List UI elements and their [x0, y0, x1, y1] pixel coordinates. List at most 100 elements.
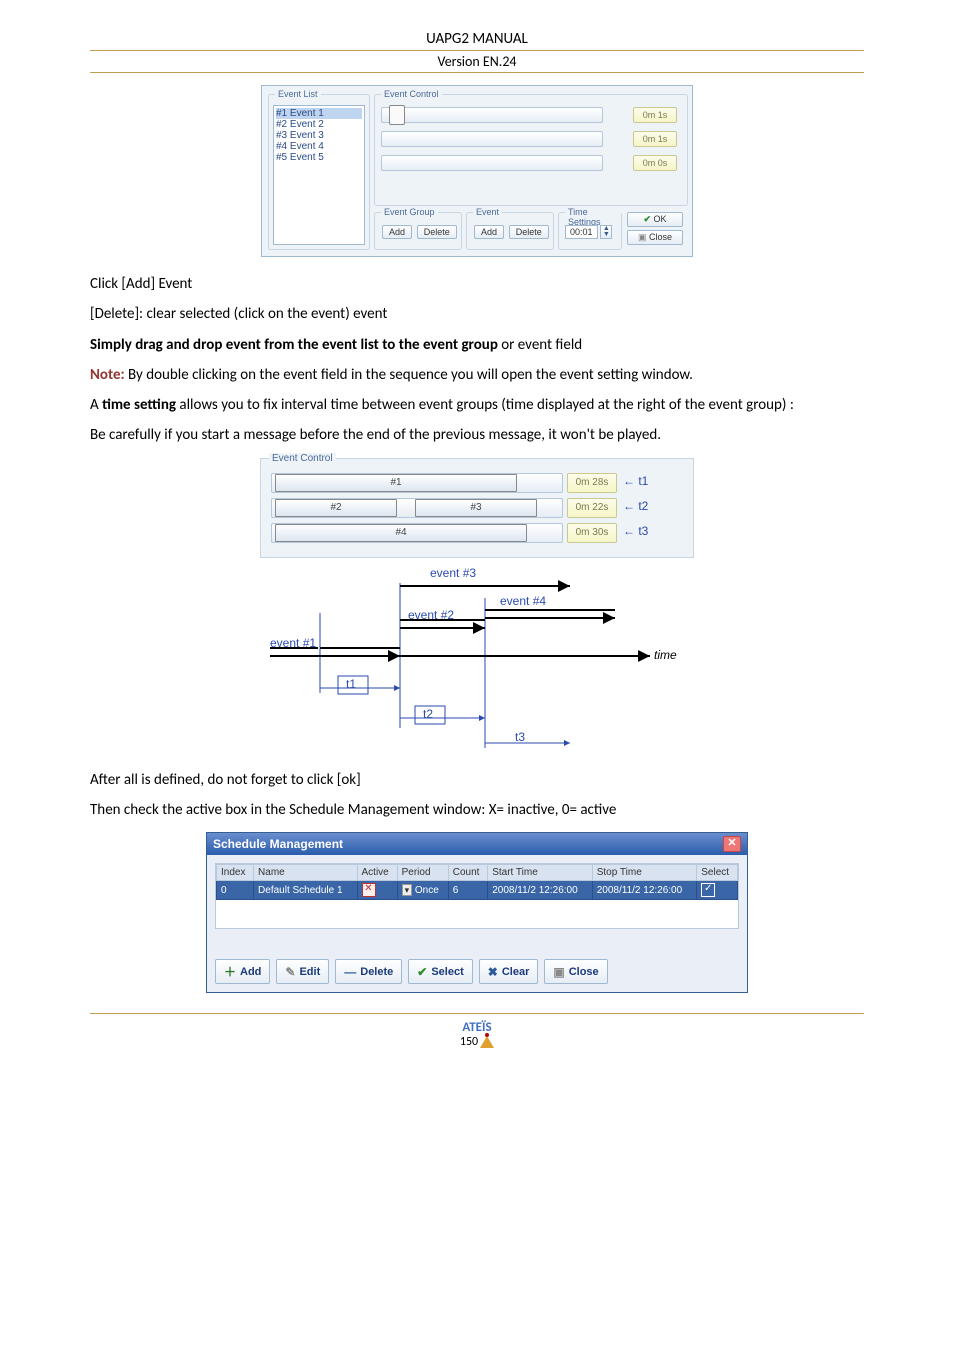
list-item[interactable]: #2 Event 2	[276, 119, 362, 130]
col-header[interactable]: Select	[697, 865, 738, 881]
t-label: ← t2	[623, 499, 648, 513]
t-label: ← t1	[623, 474, 648, 488]
col-header[interactable]: Period	[397, 865, 448, 881]
col-header[interactable]: Index	[217, 865, 254, 881]
list-item[interactable]: #5 Event 5	[276, 152, 362, 163]
paragraph: Then check the active box in the Schedul…	[90, 800, 864, 820]
event-dialog: Event List #1 Event 1 #2 Event 2 #3 Even…	[261, 85, 693, 257]
page-number: 150	[460, 1035, 478, 1049]
edit-button[interactable]: ✎Edit	[276, 959, 329, 984]
t-label: ← t3	[623, 524, 648, 538]
clear-button[interactable]: ✖Clear	[479, 959, 539, 984]
col-header[interactable]: Count	[448, 865, 487, 881]
diagram-label: time	[654, 648, 677, 662]
event-title: Event	[473, 207, 502, 217]
list-item[interactable]: #1 Event 1	[276, 108, 362, 119]
event-control-title: Event Control	[269, 453, 336, 464]
col-header[interactable]: Stop Time	[592, 865, 697, 881]
event-control-group: Event Control 0m 1s 0m 1s 0m 0s	[374, 94, 688, 206]
event-block[interactable]: #4	[275, 524, 527, 542]
paragraph: Be carefully if you start a message befo…	[90, 425, 864, 445]
paragraph: Simply drag and drop event from the even…	[90, 335, 864, 355]
track-time: 0m 1s	[633, 107, 677, 123]
diagram-label: event #3	[430, 566, 476, 580]
spinner-icon[interactable]: ▲▼	[600, 225, 612, 239]
event-block[interactable]: #3	[415, 499, 537, 517]
diagram-label: event #4	[500, 594, 546, 608]
add-button[interactable]: Add	[474, 225, 504, 239]
event-list-group: Event List #1 Event 1 #2 Event 2 #3 Even…	[268, 94, 370, 250]
doc-title: UAPG2 MANUAL	[90, 30, 864, 48]
paragraph: A time setting allows you to fix interva…	[90, 395, 864, 415]
divider	[90, 72, 864, 73]
add-button[interactable]: Add	[382, 225, 412, 239]
triangle-icon	[480, 1036, 494, 1048]
check-icon: ✔	[417, 965, 427, 979]
cell-select[interactable]: ✓	[697, 881, 738, 900]
event-control-timeline: Event Control #1 0m 28s ← t1 #2 #3 0m 22…	[260, 458, 694, 558]
track[interactable]	[381, 107, 603, 123]
col-header[interactable]: Start Time	[488, 865, 593, 881]
close-icon: ▣	[553, 965, 564, 979]
edit-icon: ✎	[285, 965, 295, 979]
cell-index: 0	[217, 881, 254, 900]
ok-button[interactable]: ✔ OK	[627, 212, 683, 227]
time-settings-panel: Time Settings 00:01 ▲▼	[558, 212, 622, 250]
diagram-label: t1	[346, 677, 356, 691]
schedule-management-window: Schedule Management ✕ Index Name Active …	[206, 832, 748, 993]
arrow-left-icon: ←	[623, 474, 635, 488]
event-list-box[interactable]: #1 Event 1 #2 Event 2 #3 Event 3 #4 Even…	[273, 105, 365, 245]
cell-start: 2008/11/2 12:26:00	[488, 881, 593, 900]
time-settings-title: Time Settings	[565, 207, 621, 227]
list-item[interactable]: #4 Event 4	[276, 141, 362, 152]
paragraph: Click [Add] Event	[90, 274, 864, 294]
cell-name: Default Schedule 1	[254, 881, 357, 900]
col-header[interactable]: Name	[254, 865, 357, 881]
time-input[interactable]: 00:01	[565, 225, 598, 239]
cell-active[interactable]: ✕	[357, 881, 397, 900]
event-group-panel: Event Group Add Delete	[374, 212, 462, 250]
diagram-label: event #2	[408, 608, 454, 622]
add-button[interactable]: ＋Add	[215, 959, 270, 984]
event-list-title: Event List	[275, 89, 321, 99]
paragraph: After all is defined, do not forget to c…	[90, 770, 864, 790]
paragraph: Note: By double clicking on the event fi…	[90, 365, 864, 385]
footer: ATEÏS 150	[90, 1013, 864, 1049]
delete-button[interactable]: Delete	[509, 225, 549, 239]
divider	[90, 50, 864, 51]
track-time: 0m 1s	[633, 131, 677, 147]
arrow-left-icon: ←	[623, 499, 635, 513]
arrow-left-icon: ←	[623, 524, 635, 538]
checkbox-icon[interactable]: ✓	[701, 883, 715, 897]
diagram-label: t2	[423, 707, 433, 721]
close-button[interactable]: ▣ Close	[627, 230, 683, 245]
check-icon: ✔	[643, 214, 651, 224]
track[interactable]	[381, 131, 603, 147]
event-group-title: Event Group	[381, 207, 438, 217]
select-button[interactable]: ✔Select	[408, 959, 472, 984]
track[interactable]	[381, 155, 603, 171]
schedule-table: Index Name Active Period Count Start Tim…	[215, 863, 739, 929]
list-item[interactable]: #3 Event 3	[276, 130, 362, 141]
event-control-title: Event Control	[381, 89, 442, 99]
delete-button[interactable]: Delete	[417, 225, 457, 239]
brand-logo: ATEÏS	[90, 1020, 864, 1035]
paragraph: [Delete]: clear selected (click on the e…	[90, 304, 864, 324]
close-icon[interactable]: ✕	[723, 836, 741, 852]
inactive-icon[interactable]: ✕	[362, 883, 376, 897]
track-time: 0m 30s	[567, 523, 617, 543]
track-time: 0m 22s	[567, 498, 617, 518]
delete-button[interactable]: —Delete	[335, 959, 402, 984]
close-button[interactable]: ▣Close	[544, 959, 607, 984]
cell-period[interactable]: ▾ Once	[397, 881, 448, 900]
table-row[interactable]: 0 Default Schedule 1 ✕ ▾ Once 6 2008/11/…	[217, 881, 738, 900]
event-block[interactable]: #1	[275, 474, 517, 492]
clear-icon: ✖	[488, 965, 498, 979]
doc-version: Version EN.24	[90, 53, 864, 70]
timing-diagram: event #1 event #2 event #3 event #4 time…	[260, 558, 680, 753]
close-icon: ▣	[638, 232, 647, 242]
cursor-icon[interactable]	[389, 105, 405, 125]
col-header[interactable]: Active	[357, 865, 397, 881]
event-block[interactable]: #2	[275, 499, 397, 517]
minus-icon: —	[344, 965, 356, 979]
